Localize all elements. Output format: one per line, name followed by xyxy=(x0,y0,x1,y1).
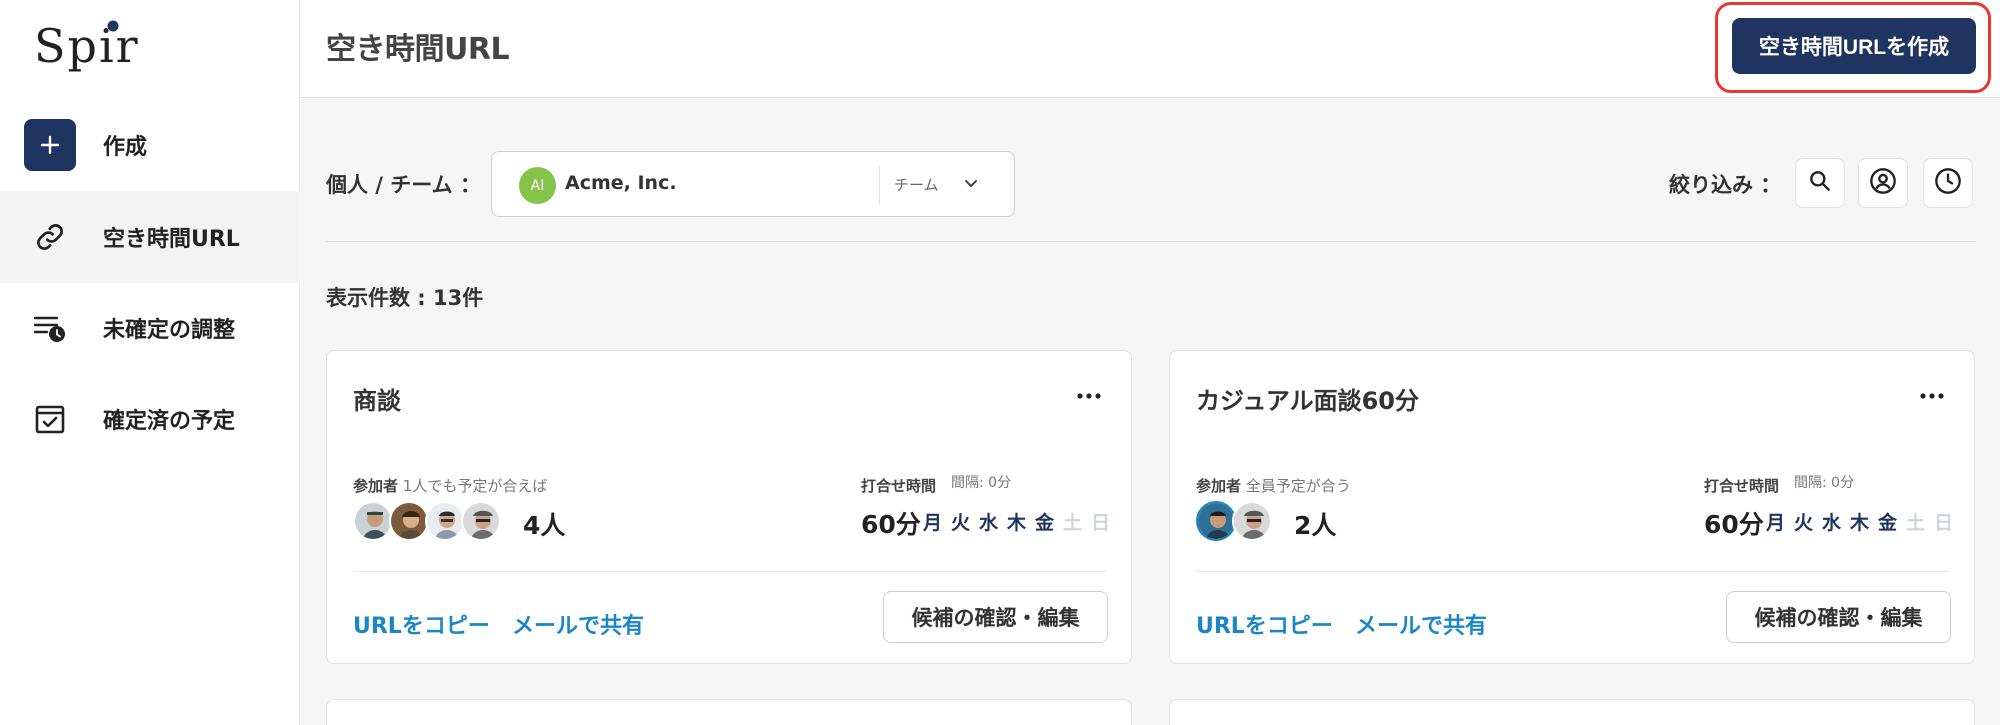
participant-count: 2人 xyxy=(1294,511,1337,540)
more-options-button[interactable] xyxy=(1069,377,1109,411)
avatar xyxy=(461,501,501,541)
team-name: Acme, Inc. xyxy=(565,172,677,194)
avatar xyxy=(1196,501,1236,541)
sidebar-item-label: 確定済の予定 xyxy=(103,409,236,434)
avatar xyxy=(425,501,465,541)
participants-note: 1人でも予定が合えば xyxy=(402,477,548,495)
participants-note: 全員予定が合う xyxy=(1245,477,1351,495)
weekday: 木 xyxy=(1850,512,1870,534)
duration: 60分 xyxy=(861,510,921,539)
avatar xyxy=(1232,501,1272,541)
result-count: 表示件数 : 13件 xyxy=(326,286,484,310)
availability-card xyxy=(1169,699,1975,725)
page-title: 空き時間URL xyxy=(326,32,510,67)
create-availability-url-button[interactable]: 空き時間URLを作成 xyxy=(1732,18,1976,74)
availability-card xyxy=(326,699,1132,725)
edit-candidates-button[interactable]: 候補の確認・編集 xyxy=(883,591,1108,643)
availability-card: カジュアル面談60分 参加者 全員予定が合う 2人 打合せ時間 間隔: 0分 6… xyxy=(1169,350,1975,664)
weekday: 木 xyxy=(1007,512,1027,534)
more-options-button[interactable] xyxy=(1912,377,1952,411)
weekday: 水 xyxy=(979,512,999,534)
plus-icon xyxy=(24,119,76,171)
participants-label: 参加者 1人でも予定が合えば xyxy=(353,477,548,495)
sidebar: Spir 作成 空き時間URL 未確定の調整 確定済の予定 xyxy=(0,0,300,725)
card-divider xyxy=(1196,571,1950,572)
search-icon xyxy=(1807,168,1833,198)
share-mail-link[interactable]: メールで共有 xyxy=(1355,608,1487,640)
spir-logo[interactable]: Spir xyxy=(34,16,144,76)
weekday: 金 xyxy=(1878,512,1898,534)
select-divider xyxy=(879,165,880,205)
interval-label: 間隔: 0分 xyxy=(951,475,1012,491)
share-mail-link[interactable]: メールで共有 xyxy=(512,608,644,640)
weekday: 火 xyxy=(1794,512,1814,534)
chevron-down-icon xyxy=(960,173,982,199)
team-type: チーム xyxy=(894,176,939,194)
clock-icon xyxy=(1934,167,1962,199)
more-horizontal-icon xyxy=(1076,385,1102,404)
sidebar-item-pending[interactable]: 未確定の調整 xyxy=(0,282,300,374)
copy-url-link[interactable]: URLをコピー xyxy=(353,608,490,640)
logo-text: Spir xyxy=(34,19,140,73)
participants-label: 参加者 全員予定が合う xyxy=(1196,477,1351,495)
weekday-list: 月 火 水 木 金 土 日 xyxy=(923,508,1119,535)
sidebar-item-availability-url[interactable]: 空き時間URL xyxy=(0,191,300,283)
sidebar-item-label: 未確定の調整 xyxy=(103,318,236,343)
meeting-time-label: 打合せ時間 xyxy=(861,477,937,495)
refine-label: 絞り込み ： xyxy=(1669,173,1782,197)
availability-card: 商談 参加者 1人でも予定が合えば 4人 打合せ時間 間隔: 0分 60分 月 … xyxy=(326,350,1132,664)
filter-label: 個人 / チーム ： xyxy=(326,173,481,197)
sidebar-item-create[interactable]: 作成 xyxy=(0,99,300,191)
search-button[interactable] xyxy=(1795,158,1845,208)
avatar xyxy=(353,501,393,541)
meeting-time-label: 打合せ時間 xyxy=(1704,477,1780,495)
card-title: 商談 xyxy=(353,387,401,415)
sidebar-item-label: 空き時間URL xyxy=(103,227,240,252)
pending-list-icon xyxy=(24,302,76,354)
participant-count: 4人 xyxy=(523,511,566,540)
interval-label: 間隔: 0分 xyxy=(1794,475,1855,491)
sidebar-item-confirmed[interactable]: 確定済の予定 xyxy=(0,373,300,465)
weekday: 日 xyxy=(1934,512,1954,534)
weekday: 土 xyxy=(1063,512,1083,534)
weekday: 金 xyxy=(1035,512,1055,534)
duration: 60分 xyxy=(1704,510,1764,539)
card-title: カジュアル面談60分 xyxy=(1196,387,1419,415)
link-icon xyxy=(24,211,76,263)
team-select[interactable]: AI Acme, Inc. チーム xyxy=(491,151,1015,217)
user-circle-icon xyxy=(1869,167,1897,199)
main-content: 個人 / チーム ： AI Acme, Inc. チーム 絞り込み ： 表示件数… xyxy=(301,99,2000,725)
weekday: 土 xyxy=(1906,512,1926,534)
sidebar-item-label: 作成 xyxy=(103,135,148,160)
weekday: 水 xyxy=(1822,512,1842,534)
checked-calendar-icon xyxy=(24,393,76,445)
weekday: 火 xyxy=(951,512,971,534)
card-divider xyxy=(353,571,1107,572)
weekday: 月 xyxy=(1766,512,1786,534)
user-filter-button[interactable] xyxy=(1858,158,1908,208)
weekday: 日 xyxy=(1091,512,1111,534)
edit-candidates-button[interactable]: 候補の確認・編集 xyxy=(1726,591,1951,643)
team-avatar: AI xyxy=(519,167,556,204)
divider xyxy=(326,241,1976,242)
weekday-list: 月 火 水 木 金 土 日 xyxy=(1766,508,1962,535)
weekday: 月 xyxy=(923,512,943,534)
time-filter-button[interactable] xyxy=(1923,158,1973,208)
avatar xyxy=(389,501,429,541)
copy-url-link[interactable]: URLをコピー xyxy=(1196,608,1333,640)
header: 空き時間URL 空き時間URLを作成 xyxy=(301,0,2000,98)
more-horizontal-icon xyxy=(1919,385,1945,404)
